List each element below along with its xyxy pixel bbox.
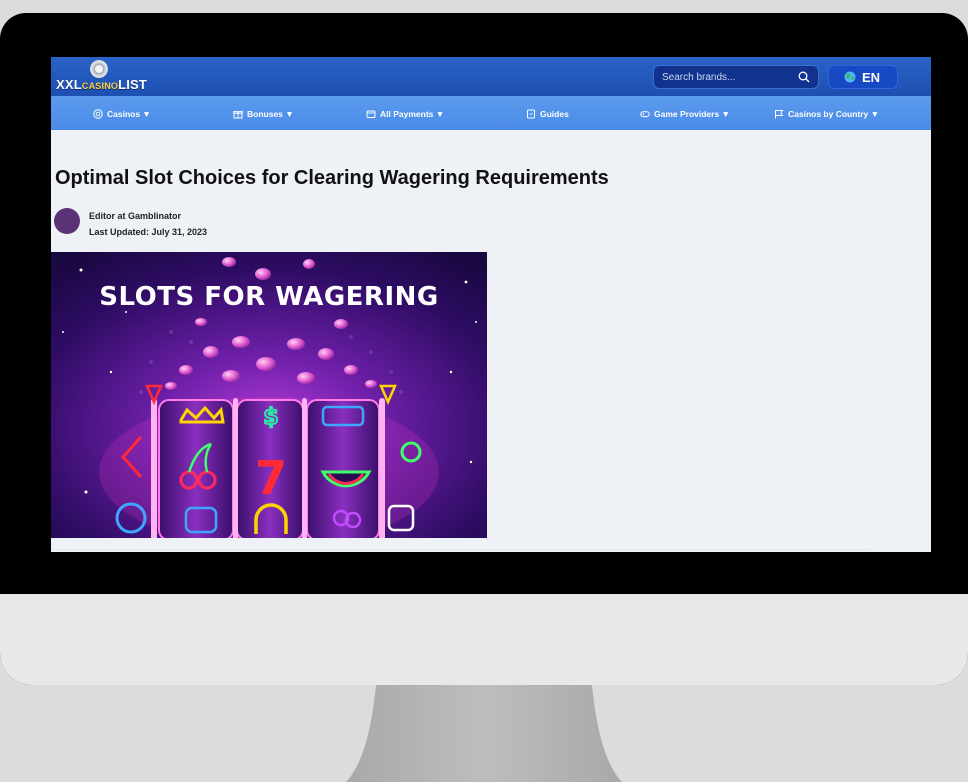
site-header: XXLCASINOLIST EN <box>51 57 931 96</box>
monitor-stand <box>346 685 622 782</box>
wallet-icon <box>366 110 376 118</box>
nav-label: Bonuses ▼ <box>247 109 294 119</box>
gamepad-icon <box>640 111 650 118</box>
nav-all-payments[interactable]: All Payments ▼ <box>366 107 444 121</box>
globe-icon <box>844 71 856 83</box>
document-icon <box>527 109 535 119</box>
nav-bonuses[interactable]: Bonuses ▼ <box>233 107 294 121</box>
casino-chip-icon <box>90 60 108 78</box>
nav-casinos-by-country[interactable]: Casinos by Country ▼ <box>774 107 879 121</box>
search-input[interactable] <box>662 69 790 85</box>
author-name[interactable]: Editor at Gamblinator <box>89 211 181 221</box>
search-box <box>653 65 819 89</box>
flag-icon <box>775 110 784 119</box>
search-icon[interactable] <box>798 71 810 83</box>
browser-viewport: XXLCASINOLIST EN Casinos ▼ Bonus <box>51 57 931 552</box>
gift-icon <box>233 111 243 119</box>
nav-label: Casinos by Country ▼ <box>788 109 880 119</box>
nav-label: Game Providers ▼ <box>654 109 730 119</box>
content-divider <box>51 549 871 550</box>
nav-label: Casinos ▼ <box>107 109 151 119</box>
svg-text:7: 7 <box>255 451 287 505</box>
language-label: EN <box>862 70 881 85</box>
nav-label: All Payments ▼ <box>380 109 445 119</box>
language-selector[interactable]: EN <box>828 65 898 89</box>
site-logo[interactable]: XXLCASINOLIST <box>56 60 166 94</box>
casino-chip-icon <box>93 109 103 119</box>
main-navigation: Casinos ▼ Bonuses ▼ All Payments ▼ Guide… <box>51 96 931 130</box>
logo-text: XXLCASINOLIST <box>56 77 148 92</box>
nav-guides[interactable]: Guides <box>526 107 569 121</box>
svg-text:$: $ <box>263 405 278 430</box>
monitor-chin <box>0 594 968 685</box>
nav-label: Guides <box>540 109 569 119</box>
hero-image: $ 7 SLOTS FOR WAGERING <box>51 252 487 538</box>
hero-title: SLOTS FOR WAGERING <box>99 282 439 312</box>
author-avatar[interactable] <box>54 208 80 234</box>
page-title: Optimal Slot Choices for Clearing Wageri… <box>55 167 609 189</box>
nav-casinos[interactable]: Casinos ▼ <box>93 107 151 121</box>
nav-game-providers[interactable]: Game Providers ▼ <box>640 107 730 121</box>
last-updated: Last Updated: July 31, 2023 <box>89 227 208 237</box>
